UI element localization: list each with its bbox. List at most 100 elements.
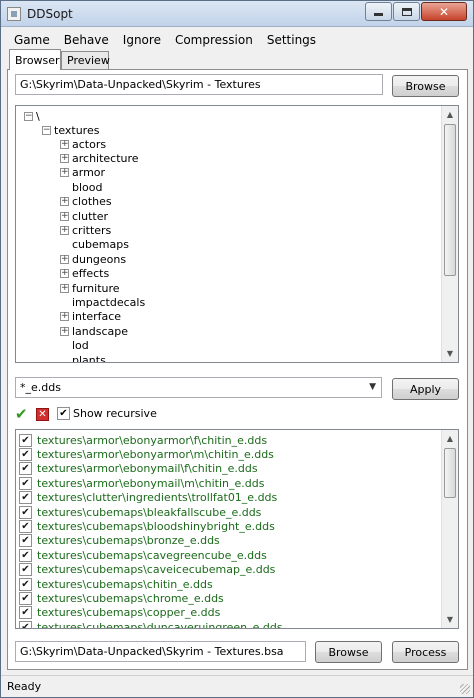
close-icon: ✕ (438, 4, 450, 19)
list-item[interactable]: ✔ textures\armor\ebonyarmor\m\chitin_e.dd… (19, 447, 274, 461)
expand-icon[interactable]: + (60, 153, 69, 163)
output-path-input[interactable]: G:\Skyrim\Data-Unpacked\Skyrim - Texture… (15, 641, 306, 662)
scroll-up-icon[interactable]: ▲ (442, 430, 458, 447)
tab-preview[interactable]: Preview (61, 51, 110, 69)
filter-select[interactable]: *_e.dds ▼ (15, 377, 382, 398)
expand-icon[interactable]: + (60, 211, 69, 221)
file-checkbox[interactable]: ✔ (19, 519, 32, 533)
apply-button[interactable]: Apply (392, 378, 459, 400)
tree-scrollbar[interactable]: ▲ ▼ (441, 106, 458, 362)
file-checkbox[interactable]: ✔ (19, 433, 32, 447)
list-item[interactable]: ✔ textures\armor\ebonymail\m\chitin_e.dds (19, 476, 264, 490)
resize-grip-icon[interactable] (460, 684, 470, 694)
list-item[interactable]: ✔ textures\cubemaps\chrome_e.dds (19, 591, 224, 605)
file-checkbox[interactable]: ✔ (19, 591, 32, 605)
tree-node-actors[interactable]: + actors (60, 137, 106, 151)
close-button[interactable]: ✕ (421, 2, 467, 21)
file-checkbox[interactable]: ✔ (19, 462, 32, 476)
tree-node-dungeons[interactable]: + dungeons (60, 252, 126, 266)
collapse-icon[interactable]: − (24, 111, 33, 121)
tree-node-armor[interactable]: + armor (60, 166, 105, 180)
tree-root[interactable]: − \ (24, 109, 40, 123)
menu-settings[interactable]: Settings (260, 33, 323, 47)
tree-node-critters[interactable]: + critters (60, 223, 111, 237)
tab-browser[interactable]: Browser (9, 49, 61, 70)
expand-icon[interactable]: + (60, 225, 69, 235)
tree-node-blood[interactable]: blood (60, 180, 102, 194)
tree-node-plants[interactable]: plants (60, 353, 106, 363)
scroll-up-icon[interactable]: ▲ (442, 106, 458, 123)
list-item[interactable]: ✔ textures\cubemaps\cavegreencube_e.dds (19, 548, 267, 562)
file-checkbox[interactable]: ✔ (19, 491, 32, 505)
expand-icon[interactable]: + (60, 168, 69, 178)
menu-ignore[interactable]: Ignore (116, 33, 168, 47)
expand-icon[interactable]: + (60, 139, 69, 149)
expand-icon[interactable]: + (60, 283, 69, 293)
show-recursive-checkbox[interactable]: ✔ (57, 407, 70, 420)
minimize-button[interactable] (365, 2, 392, 21)
list-item[interactable]: ✔ textures\cubemaps\chitin_e.dds (19, 577, 213, 591)
output-browse-button[interactable]: Browse (315, 641, 382, 663)
tree-node-interface[interactable]: + interface (60, 310, 121, 324)
process-button[interactable]: Process (392, 641, 459, 663)
scroll-down-icon[interactable]: ▼ (442, 611, 458, 628)
tree-node-label: lod (72, 339, 89, 353)
expand-icon[interactable]: + (60, 269, 69, 279)
file-checkbox[interactable]: ✔ (19, 548, 32, 562)
folder-tree[interactable]: − \ − textures + actors + architecture + armo… (15, 105, 459, 363)
red-x-icon[interactable]: ✕ (36, 408, 49, 421)
file-list-scrollbar[interactable]: ▲ ▼ (441, 430, 458, 628)
file-path-label: textures\cubemaps\bloodshinybright_e.dds (37, 519, 275, 533)
file-checkbox[interactable]: ✔ (19, 476, 32, 490)
file-checkbox[interactable]: ✔ (19, 534, 32, 548)
tree-node-label: landscape (72, 324, 129, 338)
expand-icon[interactable]: + (60, 254, 69, 264)
tree-scroll-thumb[interactable] (444, 124, 456, 276)
menu-behave[interactable]: Behave (57, 33, 116, 47)
tree-root-label: \ (36, 109, 40, 123)
tree-node-lod[interactable]: lod (60, 339, 89, 353)
tree-node-textures[interactable]: − textures (42, 123, 99, 137)
list-item[interactable]: ✔ textures\cubemaps\duncaveruingreen_e.dd… (19, 620, 283, 628)
file-checkbox[interactable]: ✔ (19, 505, 32, 519)
tree-node-landscape[interactable]: + landscape (60, 324, 128, 338)
list-item[interactable]: ✔ textures\cubemaps\copper_e.dds (19, 606, 220, 620)
file-list[interactable]: ✔ textures\armor\ebonyarmor\f\chitin_e.dd… (15, 429, 459, 629)
list-item[interactable]: ✔ textures\clutter\ingredients\trollfat01… (19, 491, 277, 505)
app-icon (7, 7, 21, 21)
tree-node-cubemaps[interactable]: cubemaps (60, 238, 129, 252)
file-path-label: textures\armor\ebonyarmor\m\chitin_e.dds (37, 447, 274, 461)
list-item[interactable]: ✔ textures\cubemaps\bloodshinybright_e.dd… (19, 519, 275, 533)
list-item[interactable]: ✔ textures\cubemaps\bronze_e.dds (19, 534, 220, 548)
file-path-label: textures\armor\ebonymail\f\chitin_e.dds (37, 462, 258, 476)
checkmark-icon[interactable]: ✔ (15, 407, 31, 422)
menu-game[interactable]: Game (7, 33, 57, 47)
source-path-input[interactable]: G:\Skyrim\Data-Unpacked\Skyrim - Texture… (15, 74, 383, 95)
list-item[interactable]: ✔ textures\cubemaps\caveicecubemap_e.dds (19, 563, 275, 577)
file-checkbox[interactable]: ✔ (19, 447, 32, 461)
tree-node-impactdecals[interactable]: impactdecals (60, 295, 145, 309)
file-checkbox[interactable]: ✔ (19, 577, 32, 591)
tree-node-furniture[interactable]: + furniture (60, 281, 120, 295)
scroll-down-icon[interactable]: ▼ (442, 345, 458, 362)
title-bar[interactable]: DDSopt ✕ (1, 1, 473, 27)
tree-node-clothes[interactable]: + clothes (60, 195, 112, 209)
expand-icon[interactable]: + (60, 197, 69, 207)
file-list-scroll-thumb[interactable] (444, 448, 456, 498)
file-checkbox[interactable]: ✔ (19, 606, 32, 620)
file-checkbox[interactable]: ✔ (19, 563, 32, 577)
tree-node-clutter[interactable]: + clutter (60, 209, 108, 223)
expand-icon[interactable]: + (60, 312, 69, 322)
file-checkbox[interactable]: ✔ (19, 620, 32, 628)
menu-compression[interactable]: Compression (168, 33, 260, 47)
tree-node-effects[interactable]: + effects (60, 267, 109, 281)
list-item[interactable]: ✔ textures\armor\ebonyarmor\f\chitin_e.dd… (19, 433, 267, 447)
source-browse-button[interactable]: Browse (392, 75, 459, 97)
list-item[interactable]: ✔ textures\armor\ebonymail\f\chitin_e.dds (19, 462, 258, 476)
tree-node-architecture[interactable]: + architecture (60, 151, 139, 165)
maximize-button[interactable] (393, 2, 420, 21)
collapse-icon[interactable]: − (42, 125, 51, 135)
dropdown-arrow-icon[interactable]: ▼ (369, 382, 376, 392)
expand-icon[interactable]: + (60, 326, 69, 336)
list-item[interactable]: ✔ textures\cubemaps\bleakfallscube_e.dds (19, 505, 261, 519)
